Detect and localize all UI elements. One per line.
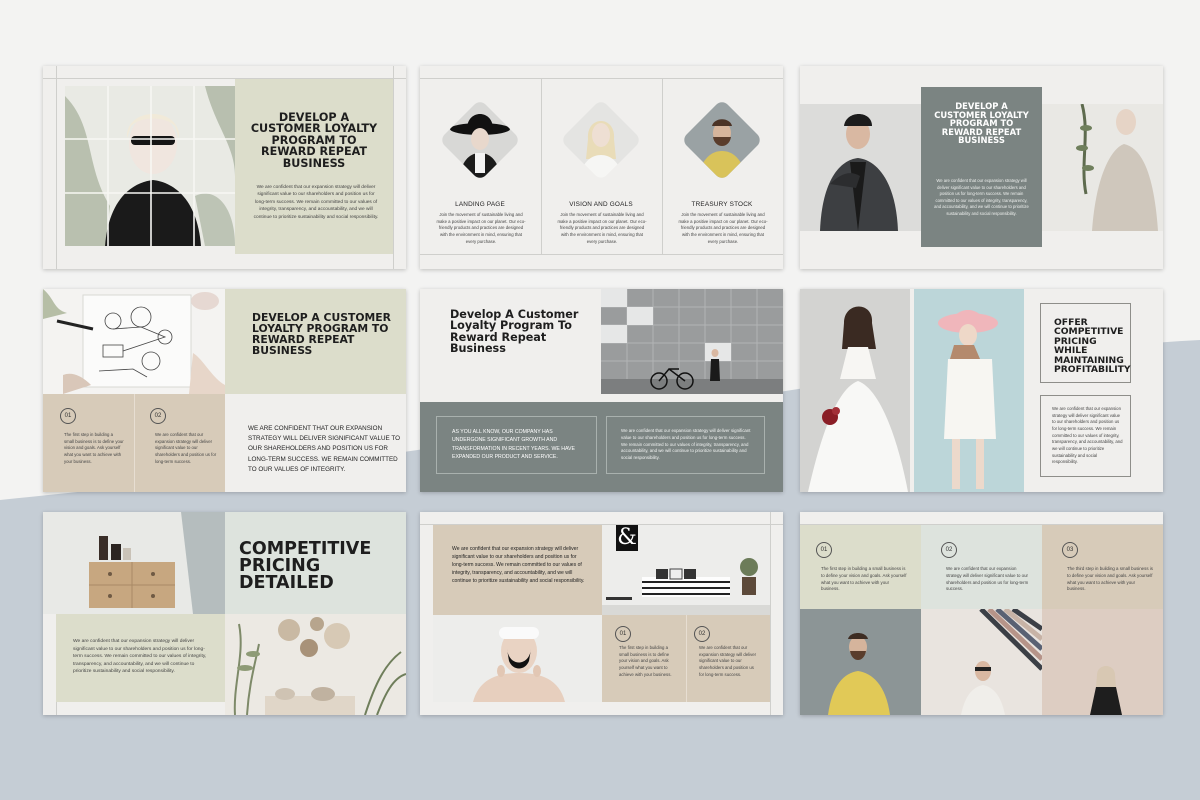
text-box-2-text: We are confident that our expansion stra… [621, 428, 751, 461]
photo-drawer-cabinet [43, 512, 225, 614]
step-number-badge: 01 [60, 408, 76, 424]
slide-title: DEVELOP A CUSTOMER LOYALTY PROGRAM TO RE… [250, 111, 378, 170]
slide-body: We are confident that our expansion stra… [934, 178, 1029, 216]
slide-8[interactable]: We are confident that our expansion stra… [420, 512, 783, 715]
step-body: We are confident that our expansion stra… [699, 645, 757, 677]
guide-line [770, 512, 771, 715]
portrait-photo [65, 86, 235, 246]
guide-line [56, 66, 57, 269]
diamond-photo-bearded-man [681, 99, 763, 181]
column-divider [541, 78, 542, 255]
diamond-photo-blonde-woman [560, 99, 642, 181]
slide-body: We are confident that our expansion stra… [253, 185, 379, 220]
photo-woman-plant [1042, 104, 1163, 231]
photo-face-mask-woman [433, 615, 602, 702]
column-body: Join the movement of sustainable living … [436, 212, 526, 244]
text-box-1-text: AS YOU ALL KNOW, OUR COMPANY HAS UNDERGO… [452, 429, 575, 461]
step-body: The first step in building a small busin… [619, 645, 672, 677]
slide-title: DEVELOP A CUSTOMER LOYALTY PROGRAM TO RE… [252, 311, 391, 357]
diamond-photo-hat-woman [439, 99, 521, 181]
slide-body: We are confident that our expansion stra… [1052, 406, 1123, 465]
photo-wall-bicycle [601, 289, 783, 394]
slide-body: We are confident that our expansion stra… [73, 639, 207, 675]
step-body: The third step in building a small busin… [1067, 566, 1153, 592]
column-caption: VISION AND GOALS [569, 201, 633, 208]
step-number-badge: 01 [816, 542, 832, 558]
slide-7[interactable]: COMPETITIVE PRICING DETAILED We are conf… [43, 512, 406, 715]
column-body: Join the movement of sustainable living … [557, 212, 647, 244]
step-body: The first step in building a small busin… [821, 566, 907, 592]
slide-title: Develop A Customer Loyalty Program To Re… [450, 308, 579, 356]
photo-pink-hat-woman [914, 289, 1024, 492]
slide-6[interactable]: OFFER COMPETITIVE PRICING WHILE MAINTAIN… [800, 289, 1163, 492]
slide-3[interactable]: DEVELOP A CUSTOMER LOYALTY PROGRAM TO RE… [800, 66, 1163, 269]
photo-hijab-woman [1042, 609, 1163, 715]
column-divider [662, 78, 663, 255]
guide-line [393, 66, 394, 269]
photo-man-yellow-shirt [800, 609, 921, 715]
slide-title: DEVELOP A CUSTOMER LOYALTY PROGRAM TO RE… [934, 101, 1029, 146]
slide-1[interactable]: DEVELOP A CUSTOMER LOYALTY PROGRAM TO RE… [43, 66, 406, 269]
step-number-badge: 02 [150, 408, 166, 424]
step-body: The first step in building a small busin… [64, 432, 124, 464]
column-body: Join the movement of sustainable living … [678, 212, 768, 244]
guide-line [420, 78, 783, 79]
slide-body: We are confident that our expansion stra… [452, 546, 585, 584]
slide-2[interactable]: LANDING PAGE Join the movement of sustai… [420, 66, 783, 269]
step-number-badge: 03 [1062, 542, 1078, 558]
photo-wall-decor-plants [225, 614, 406, 715]
slide-title: OFFER COMPETITIVE PRICING WHILE MAINTAIN… [1054, 317, 1131, 375]
column-caption: TREASURY STOCK [691, 201, 753, 208]
photo-bride [800, 289, 910, 492]
slide-5[interactable]: Develop A Customer Loyalty Program To Re… [420, 289, 783, 492]
step-number-badge: 01 [615, 626, 631, 642]
poster-ampersand: & [617, 525, 637, 550]
step-number-badge: 02 [941, 542, 957, 558]
guide-line [420, 254, 783, 255]
slide-9[interactable]: 01 The first step in building a small bu… [800, 512, 1163, 715]
photo-man-jacket [800, 104, 921, 231]
step-body: We are confident that our expansion stra… [946, 566, 1029, 592]
step-body: We are confident that our expansion stra… [155, 432, 217, 464]
statement-text: WE ARE CONFIDENT THAT OUR EXPANSION STRA… [248, 425, 400, 473]
slide-title: COMPETITIVE PRICING DETAILED [239, 539, 372, 594]
step-number-badge: 02 [694, 626, 710, 642]
photo-chevron-wall-man [921, 609, 1042, 715]
column-caption: LANDING PAGE [455, 201, 505, 208]
slide-4[interactable]: DEVELOP A CUSTOMER LOYALTY PROGRAM TO RE… [43, 289, 406, 492]
photo-notebook-sketch [43, 289, 225, 394]
